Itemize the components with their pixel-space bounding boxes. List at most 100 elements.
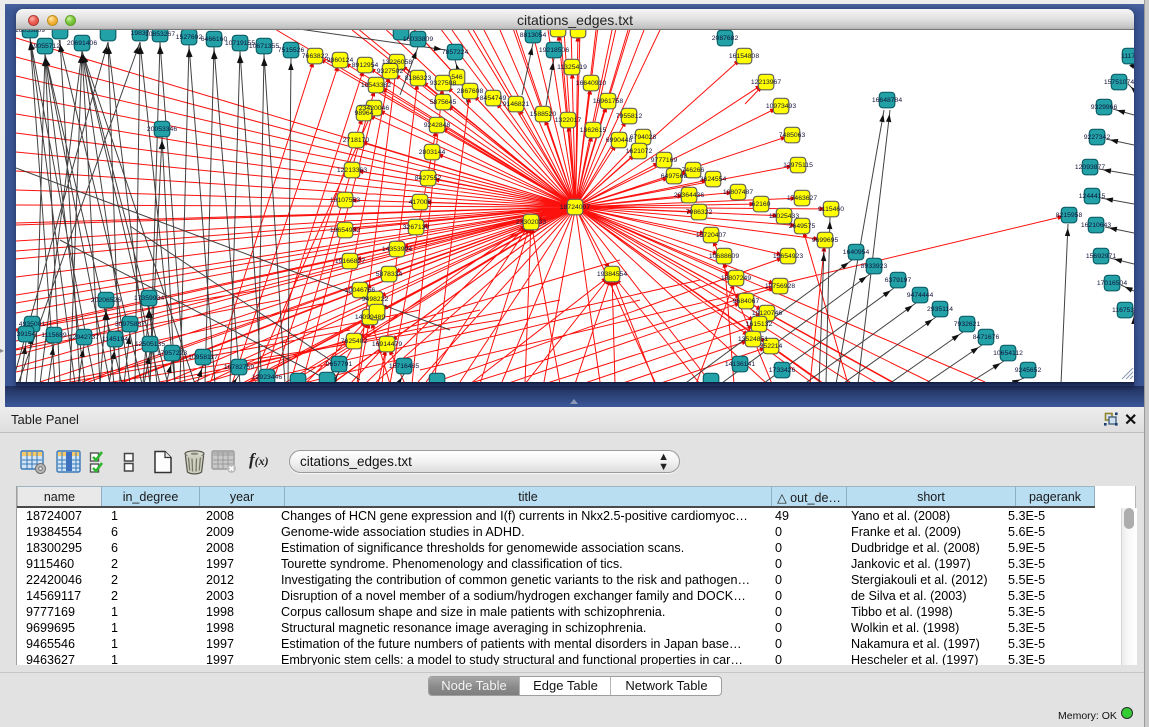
svg-text:417006: 417006 — [409, 199, 432, 206]
svg-text:1733426: 1733426 — [769, 367, 796, 374]
svg-text:1167533: 1167533 — [1112, 307, 1134, 314]
svg-text:16210643: 16210643 — [1081, 222, 1111, 229]
svg-text:1145194: 1145194 — [102, 336, 128, 343]
svg-text:7955812: 7955812 — [616, 113, 643, 120]
svg-text:9327502: 9327502 — [377, 68, 404, 75]
svg-text:17957223: 17957223 — [157, 350, 187, 357]
svg-text:1244415: 1244415 — [1079, 193, 1106, 200]
svg-text:20364436: 20364436 — [674, 192, 704, 199]
svg-text:10107553: 10107553 — [330, 197, 360, 204]
svg-text:10688609: 10688609 — [709, 253, 739, 260]
svg-text:12923446: 12923446 — [252, 374, 282, 381]
svg-text:15692971: 15692971 — [1086, 253, 1116, 260]
svg-text:15720407: 15720407 — [696, 232, 726, 239]
svg-text:30975887: 30975887 — [115, 321, 145, 328]
svg-text:12093877: 12093877 — [1075, 164, 1105, 171]
svg-text:9242848: 9242848 — [424, 122, 451, 129]
svg-text:16033809: 16033809 — [403, 36, 433, 43]
svg-text:16543382: 16543382 — [361, 82, 391, 89]
svg-text:8813054: 8813054 — [520, 32, 547, 39]
svg-text:19055712: 19055712 — [30, 43, 60, 50]
svg-text:1621072: 1621072 — [626, 148, 653, 155]
svg-text:7515526: 7515526 — [278, 47, 305, 54]
svg-text:3624554: 3624554 — [700, 176, 727, 183]
svg-text:8933923: 8933923 — [861, 263, 888, 270]
svg-text:8427552: 8427552 — [415, 175, 442, 182]
svg-text:1588520: 1588520 — [530, 111, 557, 118]
svg-text:5875645: 5875645 — [430, 99, 457, 106]
svg-text:20206526: 20206526 — [91, 297, 121, 304]
svg-text:1322017: 1322017 — [555, 117, 582, 124]
svg-text:10853267: 10853267 — [145, 31, 175, 38]
svg-text:16782759: 16782759 — [224, 364, 254, 371]
svg-text:8471676: 8471676 — [973, 334, 1000, 341]
svg-text:6794028: 6794028 — [630, 134, 657, 141]
svg-text:6990448: 6990448 — [606, 137, 633, 144]
svg-text:1115689: 1115689 — [41, 332, 67, 339]
svg-text:7857224: 7857224 — [442, 49, 469, 56]
svg-text:17463627: 17463627 — [787, 195, 817, 202]
svg-text:2803144: 2803144 — [419, 149, 446, 156]
svg-text:10958117: 10958117 — [188, 354, 218, 361]
svg-text:8186323: 8186323 — [405, 75, 432, 82]
svg-text:4935001: 4935001 — [19, 321, 46, 328]
svg-text:10973493: 10973493 — [766, 103, 796, 110]
svg-text:9684067: 9684067 — [733, 298, 760, 305]
svg-text:9498222: 9498222 — [362, 296, 389, 303]
svg-text:13226058: 13226058 — [382, 59, 412, 66]
svg-text:14099489: 14099489 — [355, 314, 385, 321]
svg-text:19166827: 19166827 — [335, 258, 365, 265]
svg-text:14353994: 14353994 — [382, 246, 412, 253]
svg-text:9699695: 9699695 — [812, 237, 839, 244]
svg-text:98964: 98964 — [355, 110, 374, 117]
svg-text:7663822: 7663822 — [302, 53, 329, 60]
svg-text:2935114: 2935114 — [927, 306, 953, 313]
svg-text:10046766: 10046766 — [345, 287, 375, 294]
svg-text:2087682: 2087682 — [712, 35, 739, 42]
svg-text:20053346: 20053346 — [147, 126, 177, 133]
svg-text:9860124: 9860124 — [327, 57, 354, 64]
svg-text:11325419: 11325419 — [557, 64, 587, 71]
svg-text:19756928: 19756928 — [765, 283, 795, 290]
svg-text:16648784: 16648784 — [872, 97, 902, 104]
svg-text:9245652: 9245652 — [1015, 367, 1042, 374]
svg-text:8912954: 8912954 — [352, 62, 379, 69]
svg-text:10120746: 10120746 — [752, 310, 782, 317]
svg-text:15716485: 15716485 — [389, 363, 419, 370]
svg-text:10654112: 10654112 — [993, 350, 1023, 357]
svg-text:62160: 62160 — [752, 201, 771, 208]
svg-text:9777169: 9777169 — [651, 157, 678, 164]
svg-text:746266: 746266 — [682, 167, 705, 174]
svg-text:19218506: 19218506 — [539, 47, 569, 54]
svg-text:2649575: 2649575 — [789, 223, 816, 230]
svg-text:9474444: 9474444 — [907, 292, 934, 299]
svg-text:16914479: 16914479 — [372, 341, 402, 348]
svg-text:6466160: 6466160 — [201, 36, 228, 43]
svg-text:9329966: 9329966 — [1091, 104, 1118, 111]
svg-text:8215958: 8215958 — [1056, 212, 1083, 219]
svg-text:16154808: 16154808 — [729, 53, 759, 60]
svg-text:12213363: 12213363 — [337, 167, 367, 174]
svg-text:17016504: 17016504 — [1097, 280, 1127, 287]
svg-text:12975115: 12975115 — [783, 162, 813, 169]
svg-text:9657791: 9657791 — [326, 361, 353, 368]
svg-text:2867608: 2867608 — [457, 88, 484, 95]
svg-text:16961758: 16961758 — [593, 98, 623, 105]
svg-text:7625402: 7625402 — [341, 338, 368, 345]
svg-text:19384554: 19384554 — [597, 271, 627, 278]
svg-text:7932621: 7932621 — [954, 321, 981, 328]
svg-text:12213967: 12213967 — [751, 79, 781, 86]
svg-text:19654923: 19654923 — [773, 253, 803, 260]
svg-text:17359934: 17359934 — [134, 295, 164, 302]
svg-text:15751074: 15751074 — [1104, 79, 1134, 86]
svg-text:16053809: 16053809 — [16, 30, 45, 34]
svg-text:20691406: 20691406 — [67, 40, 97, 47]
svg-text:2718170: 2718170 — [343, 137, 370, 144]
svg-text:1362615: 1362615 — [580, 127, 607, 134]
svg-text:1640954: 1640954 — [843, 249, 870, 256]
svg-text:14136141: 14136141 — [725, 361, 755, 368]
svg-text:1615132: 1615132 — [746, 321, 773, 328]
svg-text:10807487: 10807487 — [723, 189, 753, 196]
svg-text:252214: 252214 — [760, 343, 783, 350]
svg-text:18807249: 18807249 — [721, 275, 751, 282]
